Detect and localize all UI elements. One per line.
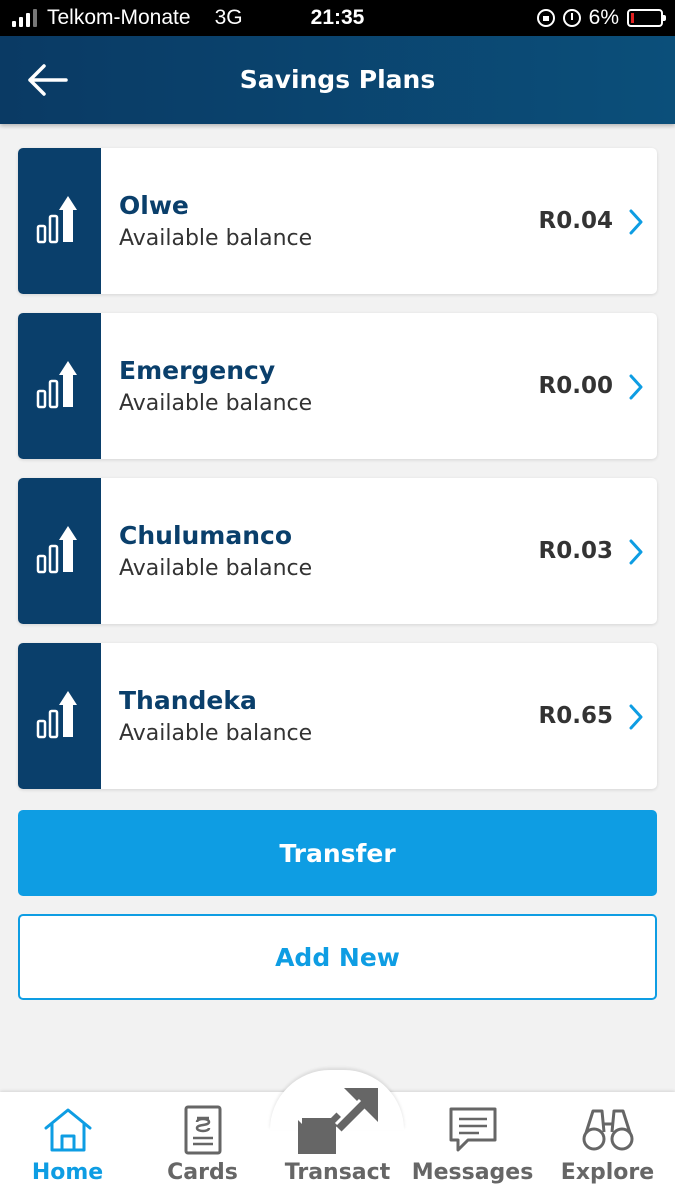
chevron-right-icon (629, 539, 643, 565)
status-bar: Telkom-Monate 3G 21:35 6% (0, 0, 675, 36)
page-title: Savings Plans (239, 65, 436, 94)
plan-subtitle: Available balance (119, 721, 313, 746)
battery-percent: 6% (588, 6, 619, 29)
plan-subtitle: Available balance (119, 226, 313, 251)
rotation-lock-icon (536, 9, 555, 27)
add-new-button[interactable]: Add New (18, 914, 657, 1000)
plan-name: Chulumanco (119, 521, 293, 550)
chevron-right-icon (629, 704, 643, 730)
plan-name: Thandeka (119, 686, 257, 715)
tab-cards[interactable]: Cards (135, 1092, 270, 1200)
plan-balance: R0.03 (538, 538, 613, 564)
savings-growth-icon (36, 526, 77, 574)
plan-card-olwe[interactable]: Olwe Available balance R0.04 (18, 148, 657, 294)
plan-name: Emergency (119, 356, 276, 385)
tab-label: Home (31, 1160, 104, 1185)
plan-card-chulumanco[interactable]: Chulumanco Available balance R0.03 (18, 478, 657, 624)
plan-balance: R0.04 (538, 208, 613, 234)
plan-name: Olwe (119, 191, 189, 220)
alarm-icon (562, 9, 581, 27)
tab-label: Messages (411, 1160, 534, 1185)
savings-growth-icon (36, 691, 77, 739)
plan-balance: R0.00 (538, 373, 613, 399)
tab-label: Explore (560, 1160, 655, 1185)
savings-growth-icon (36, 196, 77, 244)
plan-icon-container (18, 643, 101, 789)
plan-balance: R0.65 (538, 703, 613, 729)
tab-messages[interactable]: Messages (405, 1092, 540, 1200)
battery-icon (627, 9, 666, 27)
tab-label: Cards (167, 1160, 238, 1185)
chevron-right-icon (629, 209, 643, 235)
transact-arrows-icon (297, 1088, 378, 1154)
plan-card-thandeka[interactable]: Thandeka Available balance R0.65 (18, 643, 657, 789)
home-icon (44, 1108, 91, 1152)
savings-growth-icon (36, 361, 77, 409)
plan-icon-container (18, 148, 101, 294)
binoculars-icon (582, 1109, 633, 1151)
transfer-button[interactable]: Transfer (18, 810, 657, 896)
app-header: Savings Plans (0, 36, 675, 124)
status-right: 6% (536, 6, 666, 30)
plan-card-emergency[interactable]: Emergency Available balance R0.00 (18, 313, 657, 459)
chevron-right-icon (629, 374, 643, 400)
message-icon (449, 1107, 496, 1152)
tab-home[interactable]: Home (0, 1092, 135, 1200)
plan-icon-container (18, 313, 101, 459)
plan-subtitle: Available balance (119, 556, 313, 581)
tab-explore[interactable]: Explore (540, 1092, 675, 1200)
savings-plans-list: Olwe Available balance R0.04 Emergency A… (18, 148, 657, 808)
tab-label: Transact (284, 1160, 391, 1185)
tab-transact[interactable]: Transact (270, 1088, 405, 1200)
plan-icon-container (18, 478, 101, 624)
plan-subtitle: Available balance (119, 391, 313, 416)
card-icon (184, 1105, 221, 1155)
